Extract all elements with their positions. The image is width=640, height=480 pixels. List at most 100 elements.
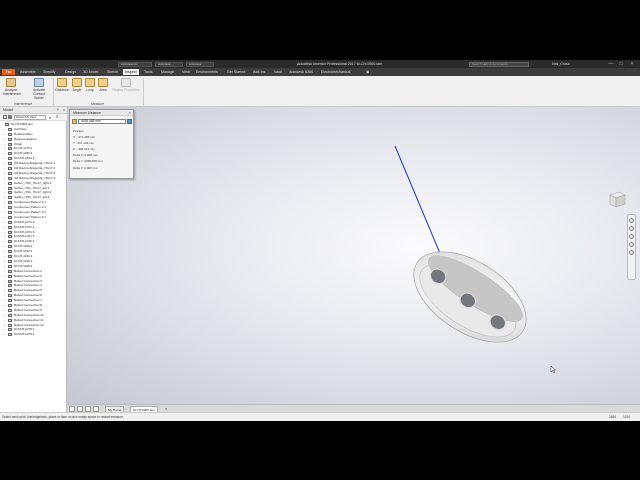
tab-get-started[interactable]: Get Started bbox=[227, 69, 245, 75]
browser-title[interactable]: Model bbox=[3, 108, 13, 112]
expand-chevron-icon[interactable]: › bbox=[4, 196, 7, 199]
assembly-icon[interactable] bbox=[8, 115, 12, 119]
expand-chevron-icon[interactable]: › bbox=[4, 137, 7, 141]
expand-chevron-icon[interactable]: › bbox=[4, 308, 7, 312]
angle-button[interactable]: Angle bbox=[71, 78, 83, 92]
expand-chevron-icon[interactable]: › bbox=[4, 181, 7, 185]
orbit-icon[interactable] bbox=[629, 242, 634, 247]
expand-chevron-icon[interactable]: › bbox=[4, 235, 7, 238]
expand-chevron-icon[interactable]: › bbox=[4, 157, 7, 160]
expand-chevron-icon[interactable]: › bbox=[4, 274, 7, 278]
pan-icon[interactable] bbox=[629, 226, 634, 231]
expand-chevron-icon[interactable]: › bbox=[4, 191, 7, 194]
ribbon-display-toggle-icon[interactable]: ▣ bbox=[366, 69, 369, 75]
close-button[interactable]: × bbox=[627, 61, 637, 67]
tab-add-ins[interactable]: Add-Ins bbox=[253, 69, 265, 75]
expand-chevron-icon[interactable]: › bbox=[4, 171, 7, 175]
user-name[interactable]: Neil_Cross bbox=[552, 62, 570, 66]
expand-chevron-icon[interactable]: › bbox=[4, 323, 7, 327]
expand-chevron-icon[interactable]: › bbox=[4, 127, 7, 131]
expand-chevron-icon[interactable]: › bbox=[4, 152, 7, 155]
title-tab[interactable]: Autodesk bbox=[186, 62, 214, 67]
tab-inspect[interactable]: Inspect bbox=[123, 69, 139, 75]
expand-chevron-icon[interactable]: › bbox=[4, 328, 7, 331]
expand-chevron-icon[interactable]: › bbox=[4, 240, 7, 243]
file-tab[interactable]: File bbox=[2, 69, 15, 75]
help-search-input[interactable]: Search Help & Commands... bbox=[469, 62, 529, 67]
expand-chevron-icon[interactable]: › bbox=[4, 206, 7, 209]
expand-chevron-icon[interactable]: › bbox=[4, 318, 7, 322]
browser-tree-item[interactable]: › M-KSH-1079:1 bbox=[0, 332, 67, 337]
search-icon[interactable]: ⌕ bbox=[49, 115, 51, 120]
expand-chevron-icon[interactable]: › bbox=[4, 245, 7, 248]
expand-chevron-icon[interactable]: › bbox=[4, 220, 7, 224]
tab-sketch[interactable]: Sketch bbox=[107, 69, 118, 75]
graphics-viewport[interactable]: ⌂ bbox=[67, 107, 640, 412]
tab-3d-model[interactable]: 3D Model bbox=[83, 69, 98, 75]
measure-options-icon[interactable] bbox=[127, 119, 132, 124]
filter-icon[interactable] bbox=[3, 115, 7, 119]
maximize-button[interactable]: □ bbox=[616, 61, 626, 67]
full-navigation-wheel-icon[interactable] bbox=[629, 218, 634, 223]
region-properties-button[interactable]: Region Properties bbox=[111, 78, 141, 92]
expand-chevron-icon[interactable]: › bbox=[4, 333, 7, 336]
expand-chevron-icon[interactable]: › bbox=[4, 142, 7, 146]
expand-chevron-icon[interactable]: › bbox=[4, 269, 7, 273]
expand-chevron-icon[interactable]: › bbox=[4, 284, 7, 287]
status-bar: Select next point, line/edge/axis, plane… bbox=[0, 412, 640, 421]
expand-chevron-icon[interactable]: › bbox=[4, 201, 7, 204]
expand-chevron-icon[interactable]: › bbox=[4, 211, 7, 214]
minimum-distance-icon[interactable] bbox=[72, 119, 77, 124]
analyze-interference-button[interactable]: Analyze Interference bbox=[3, 78, 21, 96]
close-icon[interactable]: × bbox=[63, 107, 65, 114]
measure-value-field[interactable]: 4035.468 mm bbox=[78, 119, 126, 124]
look-at-icon[interactable] bbox=[629, 250, 634, 255]
expand-chevron-icon[interactable]: › bbox=[4, 303, 7, 307]
expand-chevron-icon[interactable]: › bbox=[4, 294, 7, 297]
add-icon[interactable]: + bbox=[57, 107, 59, 114]
tab-electromechanical[interactable]: Electromechanical bbox=[321, 69, 350, 75]
close-tab-icon[interactable]: × bbox=[165, 406, 167, 411]
expand-chevron-icon[interactable]: › bbox=[4, 250, 7, 253]
view-select[interactable]: Assembly View bbox=[14, 115, 46, 120]
expand-chevron-icon[interactable]: › bbox=[4, 313, 7, 317]
expand-chevron-icon[interactable]: › bbox=[4, 215, 7, 219]
measure-dialog-close-button[interactable]: × bbox=[129, 110, 131, 116]
part-bushing[interactable] bbox=[398, 233, 542, 360]
expand-chevron-icon[interactable]: › bbox=[4, 132, 7, 136]
expand-chevron-icon[interactable]: › bbox=[4, 264, 7, 268]
loop-button[interactable]: Loop bbox=[84, 78, 96, 92]
view-cube[interactable] bbox=[607, 189, 627, 209]
expand-chevron-icon[interactable]: › bbox=[4, 259, 7, 263]
tab-manage[interactable]: Manage bbox=[161, 69, 174, 75]
expand-chevron-icon[interactable]: › bbox=[4, 255, 7, 258]
minimize-button[interactable]: — bbox=[606, 61, 616, 67]
tab-autodesk-a360[interactable]: Autodesk A360 bbox=[289, 69, 313, 75]
expand-chevron-icon[interactable]: › bbox=[4, 289, 7, 292]
expand-chevron-icon[interactable]: › bbox=[4, 147, 7, 150]
tab-vault[interactable]: Vault bbox=[274, 69, 282, 75]
distance-button[interactable]: Distance bbox=[55, 78, 69, 92]
zoom-icon[interactable] bbox=[629, 234, 634, 239]
expand-chevron-icon[interactable]: › bbox=[4, 186, 7, 190]
measure-dialog-titlebar[interactable]: Minimum Distance × bbox=[70, 110, 133, 116]
activate-contact-solver-button[interactable]: Activate Contact Solver bbox=[28, 78, 50, 100]
expand-chevron-icon[interactable]: › bbox=[4, 279, 7, 283]
expand-chevron-icon[interactable]: › bbox=[4, 230, 7, 234]
expand-chevron-icon[interactable]: › bbox=[4, 299, 7, 302]
area-button[interactable]: Area bbox=[97, 78, 109, 92]
tab-design[interactable]: Design bbox=[65, 69, 76, 75]
tab-simplify[interactable]: Simplify bbox=[43, 69, 56, 75]
tab-view[interactable]: View bbox=[182, 69, 190, 75]
tab-assemble[interactable]: Assemble bbox=[20, 69, 36, 75]
expand-chevron-icon[interactable]: › bbox=[4, 167, 7, 170]
expand-chevron-icon[interactable]: › bbox=[4, 225, 7, 229]
tab-environments[interactable]: Environments bbox=[196, 69, 218, 75]
expand-chevron-icon[interactable]: › bbox=[4, 176, 7, 180]
component-icon bbox=[5, 123, 9, 126]
menu-icon[interactable]: ≡ bbox=[56, 114, 58, 119]
tab-tools[interactable]: Tools bbox=[144, 69, 152, 75]
title-tab[interactable]: Autodesk.dc bbox=[118, 62, 152, 67]
title-tab[interactable]: Autodesk bbox=[155, 62, 183, 67]
expand-chevron-icon[interactable]: › bbox=[4, 162, 7, 165]
